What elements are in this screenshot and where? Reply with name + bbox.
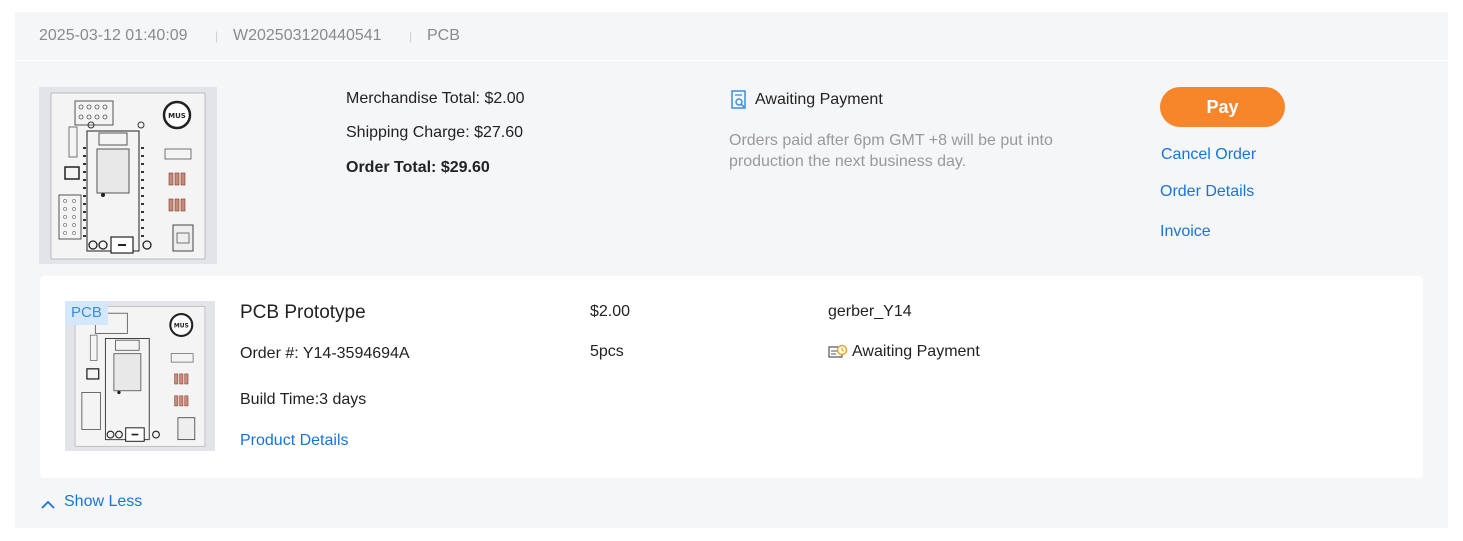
order-status: Awaiting Payment xyxy=(730,90,883,110)
header-separator: | xyxy=(215,29,219,43)
item-quantity: 5pcs xyxy=(590,343,624,360)
item-build-time: Build Time:3 days xyxy=(240,391,367,408)
item-title: PCB Prototype xyxy=(240,302,366,323)
production-note: Orders paid after 6pm GMT +8 will be put… xyxy=(729,132,1053,170)
document-search-icon xyxy=(730,90,748,110)
svg-text:MUS: MUS xyxy=(168,112,186,120)
item-file-name: gerber_Y14 xyxy=(828,303,912,320)
order-status-label: Awaiting Payment xyxy=(755,91,883,108)
chevron-up-icon xyxy=(41,497,55,509)
pcb-tag: PCB xyxy=(65,301,108,325)
product-details-link[interactable]: Product Details xyxy=(240,432,349,450)
merchandise-total: Merchandise Total: $2.00 xyxy=(346,90,525,107)
shipping-charge: Shipping Charge: $27.60 xyxy=(346,124,524,141)
item-price: $2.00 xyxy=(590,303,631,320)
item-order-number: Order #: Y14-3594694A xyxy=(240,345,410,362)
show-less-toggle[interactable]: Show Less xyxy=(41,493,142,511)
pcb-thumbnail[interactable]: MUS xyxy=(39,87,217,264)
order-id: W202503120440541 xyxy=(233,27,382,44)
order-card: 2025-03-12 01:40:09 | W202503120440541 |… xyxy=(15,12,1448,528)
order-item: PCB MUS PCB Prototype Order #: Y14-35946… xyxy=(40,276,1423,478)
svg-text:MUS: MUS xyxy=(174,324,189,330)
cancel-order-link[interactable]: Cancel Order xyxy=(1161,146,1256,164)
order-total: Order Total: $29.60 xyxy=(346,159,490,176)
show-less-label[interactable]: Show Less xyxy=(64,493,142,511)
pay-button[interactable]: Pay xyxy=(1160,87,1285,127)
header-separator: | xyxy=(409,29,413,43)
payment-clock-icon xyxy=(828,344,848,360)
item-thumbnail[interactable]: PCB MUS xyxy=(65,301,215,451)
order-header: 2025-03-12 01:40:09 | W202503120440541 |… xyxy=(15,12,1448,61)
item-status: Awaiting Payment xyxy=(828,343,980,361)
order-category: PCB xyxy=(427,27,460,44)
order-datetime: 2025-03-12 01:40:09 xyxy=(39,27,188,44)
order-details-link[interactable]: Order Details xyxy=(1160,183,1254,201)
invoice-link[interactable]: Invoice xyxy=(1160,223,1211,241)
item-status-label: Awaiting Payment xyxy=(852,343,980,360)
